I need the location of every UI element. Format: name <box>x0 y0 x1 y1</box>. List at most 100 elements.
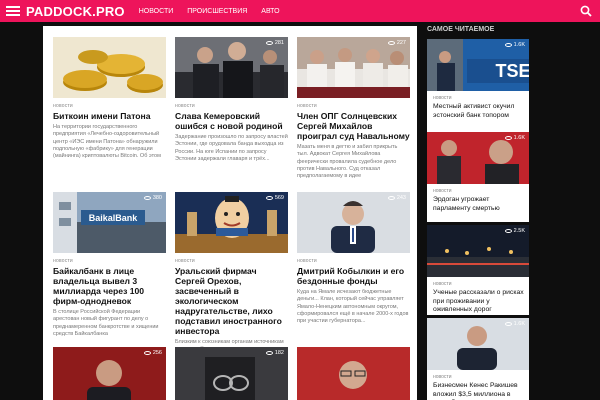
article-excerpt: Мазать меня в дегтю и забил прикрыть тыл… <box>297 144 398 180</box>
nav-news[interactable]: НОВОСТИ <box>139 8 174 15</box>
views-count: 1.6K <box>513 321 525 327</box>
man-glasses-photo <box>297 347 410 400</box>
views-count: 380 <box>152 195 162 201</box>
article-thumbnail[interactable]: 256 <box>53 347 166 400</box>
eye-icon <box>387 41 395 45</box>
article-card[interactable]: 256 <box>53 347 166 400</box>
chefs-group-photo <box>297 37 410 98</box>
men-group-photo <box>175 37 288 98</box>
article-card[interactable]: 243 новости Дмитрий Кобылкин и его бездо… <box>297 192 410 325</box>
eye-icon <box>504 322 512 326</box>
views-count: 2.5K <box>513 228 525 234</box>
sidebar-item-category[interactable]: новости <box>433 281 529 287</box>
article-title[interactable]: Уральский фирмач Сергей Орехов, засвечен… <box>175 266 288 336</box>
article-thumbnail[interactable]: 182 <box>175 347 288 400</box>
eye-icon <box>265 196 273 200</box>
bitcoin-coins-image <box>53 37 166 98</box>
sidebar-item-title[interactable]: Бизнесмен Кенес Ракишев вложил $3,5 милл… <box>433 382 524 400</box>
sidebar-item-title[interactable]: Ученые рассказали о рисках при проживани… <box>433 289 524 315</box>
article-card[interactable]: 281 новости Слава Кемеровский ошибся с н… <box>175 37 288 170</box>
article-card[interactable]: BaikalBank 380 новости Байкалбанк в лице… <box>53 192 166 345</box>
sidebar-item-title[interactable]: Местный активист окучил эстонский банк т… <box>433 103 524 120</box>
eye-icon <box>387 196 395 200</box>
sidebar-item-category[interactable]: новости <box>433 95 529 101</box>
views-counter: 1.6K <box>504 42 525 48</box>
views-count: 227 <box>396 40 406 46</box>
eye-icon <box>504 43 512 47</box>
svg-text:BaikalBank: BaikalBank <box>89 213 139 223</box>
sidebar-thumbnail[interactable]: 2.5K <box>427 225 529 277</box>
baikalbank-sign-photo: BaikalBank <box>53 192 166 253</box>
articles-grid: новости Биткоин имени Патона На территор… <box>43 26 417 400</box>
views-counter: 227 <box>387 40 406 46</box>
article-title[interactable]: Слава Кемеровский ошибся с новой родиной <box>175 111 288 131</box>
sidebar-item[interactable]: TSE 1.6K новости Местный активист окучил… <box>427 39 529 135</box>
views-count: 182 <box>274 350 284 356</box>
views-counter: 1.6K <box>504 321 525 327</box>
article-card[interactable]: 227 новости Член ОПГ Солнцевских Сергей … <box>297 37 410 180</box>
article-excerpt: Задержание произошло по запросу властей … <box>175 134 288 162</box>
top-navbar: PADDOCK.PRO НОВОСТИ ПРОИСШЕСТВИЯ АВТО <box>0 0 600 22</box>
views-counter: 243 <box>387 195 406 201</box>
eye-icon <box>143 351 151 355</box>
article-category[interactable]: новости <box>53 258 166 264</box>
article-thumbnail[interactable] <box>53 37 166 98</box>
hamburger-menu-icon[interactable] <box>6 6 20 16</box>
official-portrait-photo <box>297 192 410 253</box>
views-counter: 569 <box>265 195 284 201</box>
article-category[interactable]: новости <box>175 258 288 264</box>
article-thumbnail[interactable] <box>297 347 410 400</box>
views-count: 256 <box>152 350 162 356</box>
views-counter: 380 <box>143 195 162 201</box>
article-card[interactable]: 569 новости Уральский фирмач Сергей Орех… <box>175 192 288 353</box>
sidebar-header: САМОЕ ЧИТАЕМОЕ <box>427 22 529 36</box>
article-excerpt: В столице Российской Федерации арестован… <box>53 309 159 337</box>
article-title[interactable]: Биткоин имени Патона <box>53 111 166 121</box>
sidebar-item[interactable]: 1.6K новости Эрдоган угрожает парламенту… <box>427 132 529 222</box>
sidebar-thumbnail[interactable]: 1.6K <box>427 318 529 370</box>
article-category[interactable]: новости <box>53 103 166 109</box>
article-thumbnail[interactable]: 227 <box>297 37 410 98</box>
views-count: 1.6K <box>513 135 525 141</box>
article-card[interactable]: новости Биткоин имени Патона На территор… <box>53 37 166 160</box>
article-card[interactable] <box>297 347 410 400</box>
nav-auto[interactable]: АВТО <box>261 8 279 15</box>
article-thumbnail[interactable]: 569 <box>175 192 288 253</box>
eye-icon <box>143 196 151 200</box>
article-title[interactable]: Байкалбанк в лице владельца вывел 3 милл… <box>53 266 166 306</box>
views-count: 243 <box>396 195 406 201</box>
views-counter: 256 <box>143 350 162 356</box>
sidebar-item[interactable]: 2.5K новости Ученые рассказали о рисках … <box>427 225 529 315</box>
sidebar-item[interactable]: 1.6K новости Бизнесмен Кенес Ракишев вло… <box>427 318 529 400</box>
views-counter: 281 <box>265 40 284 46</box>
article-thumbnail[interactable]: BaikalBank 380 <box>53 192 166 253</box>
views-count: 281 <box>274 40 284 46</box>
sidebar-item-title[interactable]: Эрдоган угрожает парламенту смертью <box>433 196 524 213</box>
eye-icon <box>504 229 512 233</box>
sidebar-thumbnail[interactable]: TSE 1.6K <box>427 39 529 91</box>
humpty-dumpty-illustration <box>175 192 288 253</box>
eye-icon <box>504 136 512 140</box>
sidebar-title: САМОЕ ЧИТАЕМОЕ <box>427 26 495 33</box>
sidebar-thumbnail[interactable]: 1.6K <box>427 132 529 184</box>
views-counter: 1.6K <box>504 135 525 141</box>
article-category[interactable]: новости <box>175 103 288 109</box>
views-count: 569 <box>274 195 284 201</box>
svg-text:TSE: TSE <box>495 61 529 81</box>
article-card[interactable]: 182 <box>175 347 288 400</box>
main-nav: НОВОСТИ ПРОИСШЕСТВИЯ АВТО <box>139 8 294 15</box>
views-counter: 2.5K <box>504 228 525 234</box>
article-title[interactable]: Член ОПГ Солнцевских Сергей Михайлов про… <box>297 111 410 141</box>
eye-icon <box>265 41 273 45</box>
article-title[interactable]: Дмитрий Кобылкин и его бездонные фонды <box>297 266 410 286</box>
sidebar-item-category[interactable]: новости <box>433 374 529 380</box>
article-category[interactable]: новости <box>297 258 410 264</box>
nav-incidents[interactable]: ПРОИСШЕСТВИЯ <box>187 8 247 15</box>
article-excerpt: На территории государственного предприят… <box>53 124 161 160</box>
site-logo[interactable]: PADDOCK.PRO <box>26 4 125 19</box>
article-thumbnail[interactable]: 243 <box>297 192 410 253</box>
article-category[interactable]: новости <box>297 103 410 109</box>
sidebar-item-category[interactable]: новости <box>433 188 529 194</box>
article-thumbnail[interactable]: 281 <box>175 37 288 98</box>
search-icon[interactable] <box>580 5 592 17</box>
